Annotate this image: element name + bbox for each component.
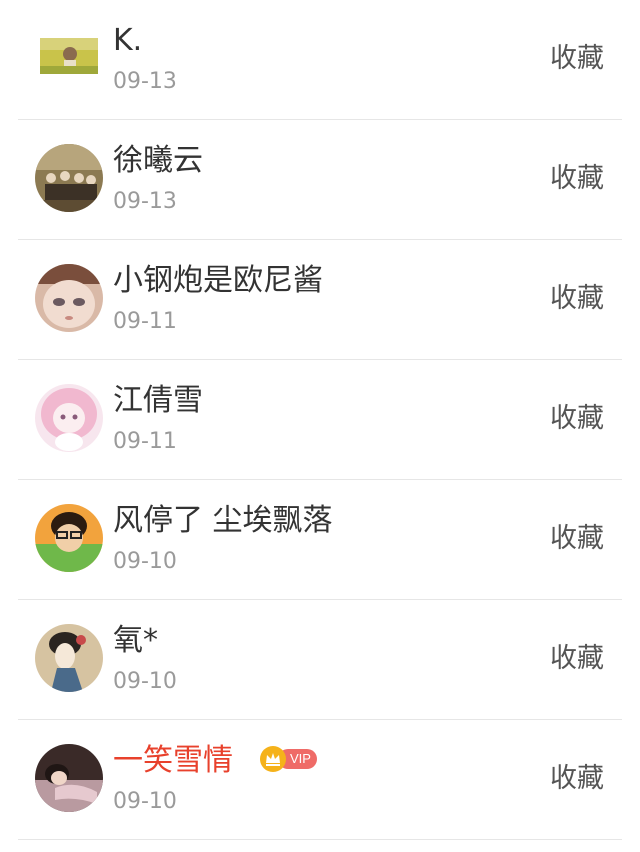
list-item[interactable]: 一笑雪情 VIP 09-10 收藏	[18, 720, 622, 840]
user-name[interactable]: 徐曦云	[113, 142, 203, 180]
group-photo-avatar-icon	[35, 144, 103, 212]
item-date: 09-13	[113, 69, 177, 94]
favorite-button[interactable]: 收藏	[550, 762, 604, 796]
item-date: 09-10	[113, 669, 177, 694]
reclining-person-avatar-icon	[35, 744, 103, 812]
list-item[interactable]: 风停了 尘埃飘落 09-10 收藏	[18, 480, 622, 600]
avatar[interactable]	[35, 624, 103, 692]
list-item[interactable]: 徐曦云 09-13 收藏	[18, 120, 622, 240]
user-name[interactable]: K.	[113, 22, 142, 60]
vip-badge: VIP	[260, 746, 317, 772]
favorite-button[interactable]: 收藏	[550, 282, 604, 316]
list-item[interactable]: 氧* 09-10 收藏	[18, 600, 622, 720]
avatar[interactable]	[35, 384, 103, 452]
avatar[interactable]	[35, 264, 103, 332]
avatar[interactable]	[35, 744, 103, 812]
list-item[interactable]: 江倩雪 09-11 收藏	[18, 360, 622, 480]
doll-face-avatar-icon	[35, 264, 103, 332]
user-name[interactable]: 小钢炮是欧尼酱	[113, 262, 323, 300]
crown-icon	[260, 746, 286, 772]
item-date: 09-13	[113, 189, 177, 214]
anime-girl-avatar-icon	[35, 384, 103, 452]
item-date: 09-11	[113, 309, 177, 334]
landscape-photo-avatar-icon	[40, 38, 98, 74]
user-list: K. 09-13 收藏 徐曦云 09-13 收藏 小钢炮是欧尼酱 09-11 收…	[0, 0, 640, 852]
boy-glasses-avatar-icon	[35, 504, 103, 572]
avatar[interactable]	[40, 38, 98, 74]
avatar[interactable]	[35, 504, 103, 572]
painted-lady-avatar-icon	[35, 624, 103, 692]
favorite-button[interactable]: 收藏	[550, 402, 604, 436]
user-name[interactable]: 风停了 尘埃飘落	[113, 502, 333, 540]
item-date: 09-10	[113, 549, 177, 574]
list-item[interactable]: 小钢炮是欧尼酱 09-11 收藏	[18, 240, 622, 360]
favorite-button[interactable]: 收藏	[550, 42, 604, 76]
avatar[interactable]	[35, 144, 103, 212]
item-date: 09-11	[113, 429, 177, 454]
favorite-button[interactable]: 收藏	[550, 162, 604, 196]
list-item[interactable]: K. 09-13 收藏	[18, 0, 622, 120]
favorite-button[interactable]: 收藏	[550, 642, 604, 676]
user-name[interactable]: 江倩雪	[113, 382, 203, 420]
user-name[interactable]: 氧*	[113, 622, 158, 660]
item-date: 09-10	[113, 789, 177, 814]
favorite-button[interactable]: 收藏	[550, 522, 604, 556]
user-name[interactable]: 一笑雪情	[113, 742, 233, 780]
